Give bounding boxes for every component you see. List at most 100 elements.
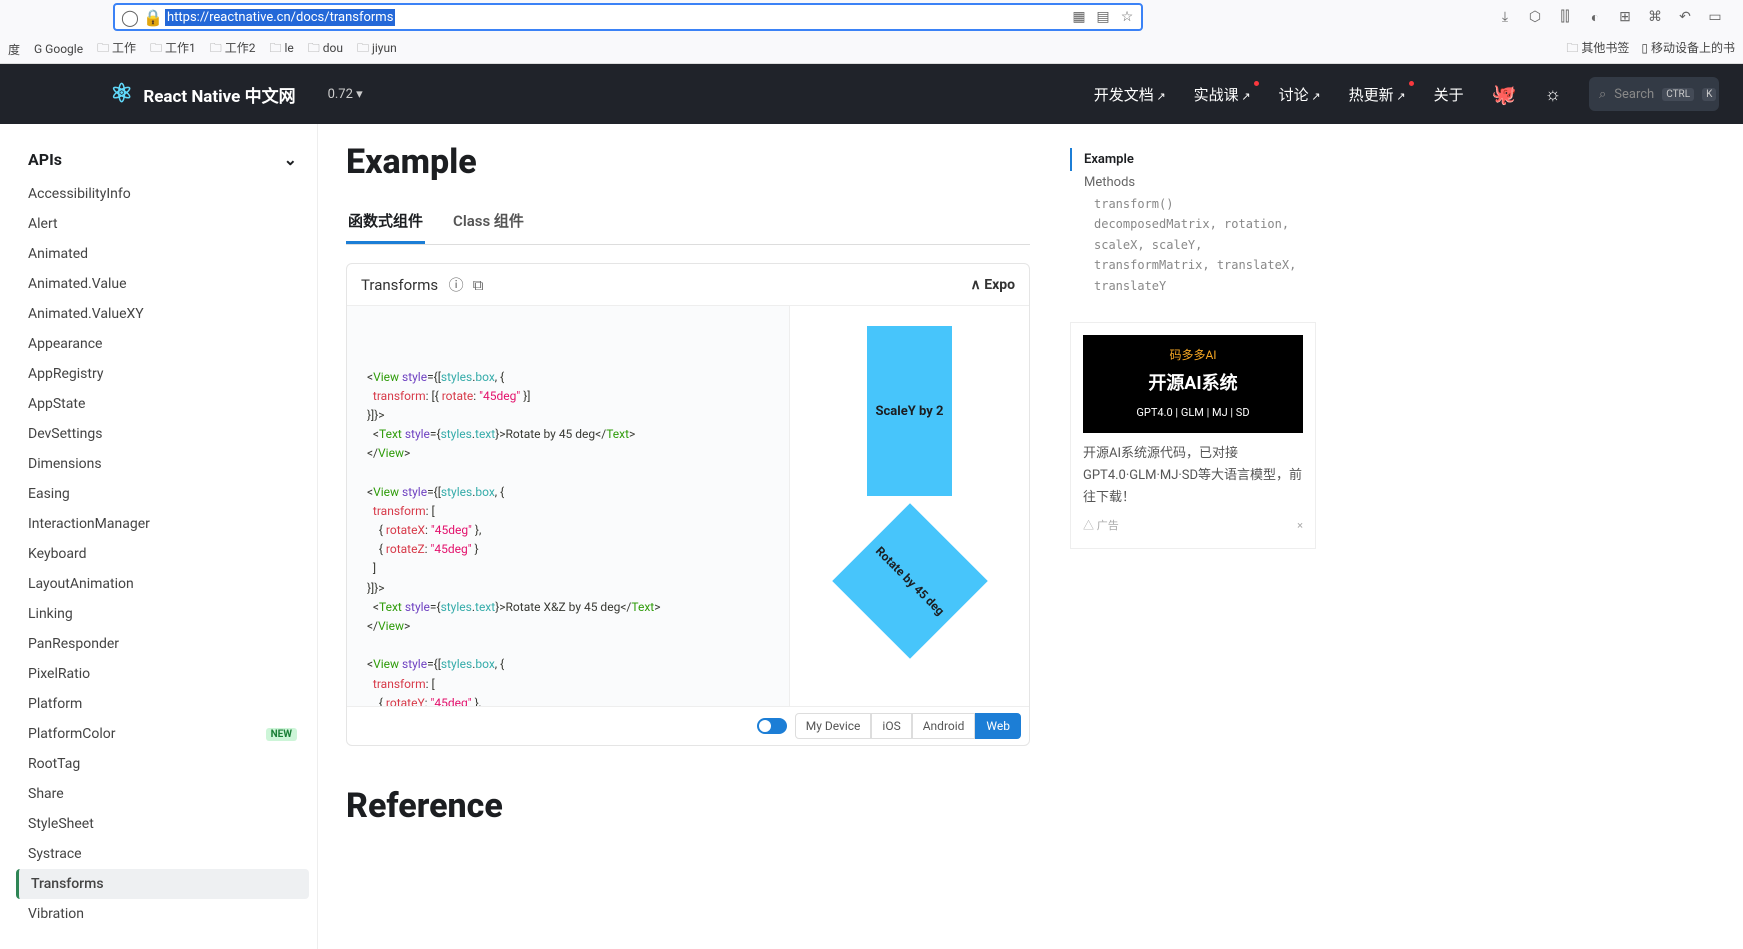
sidebar-item[interactable]: Linking <box>16 599 309 629</box>
sidebar-item[interactable]: RootTag <box>16 749 309 779</box>
toc-item[interactable]: Example <box>1070 148 1316 171</box>
component-tabs: 函数式组件 Class 组件 <box>346 200 1030 245</box>
preview-pane: ScaleY by 2 Rotate by 45 deg <box>789 306 1029 706</box>
download-icon[interactable]: ⤓ <box>1497 9 1513 26</box>
sidebar-item[interactable]: Systrace <box>16 839 309 869</box>
ad-image: 码多多AI 开源AI系统 GPT4.0 | GLM | MJ | SD <box>1083 335 1303 433</box>
ext5-icon[interactable]: ▭ <box>1707 9 1723 26</box>
brand-title: React Native 中文网 <box>143 82 295 107</box>
search-input[interactable]: ⌕SearchCTRLK <box>1589 77 1719 111</box>
bookmark-item[interactable]: 度 <box>8 41 20 58</box>
sidebar-item[interactable]: Keyboard <box>16 539 309 569</box>
bookmark-folder[interactable]: 工作1 <box>150 39 196 60</box>
bookmark-mobile[interactable]: ▯ 移动设备上的书 <box>1641 39 1735 60</box>
sidebar-item[interactable]: Animated.ValueXY <box>16 299 309 329</box>
main-content: Example 函数式组件 Class 组件 Transforms ⓘ ⧉ ∧ … <box>318 124 1058 949</box>
search-icon: ⌕ <box>1599 87 1606 102</box>
tab-my-device[interactable]: My Device <box>795 713 872 739</box>
sidebar-item[interactable]: Transforms <box>16 869 309 899</box>
tab-ios[interactable]: iOS <box>871 713 911 739</box>
code-panel: Transforms ⓘ ⧉ ∧ Expo <View style={[styl… <box>346 263 1030 746</box>
github-icon[interactable]: 🐙 <box>1492 82 1517 106</box>
sidebar-item[interactable]: Share <box>16 779 309 809</box>
panel-title: Transforms <box>361 276 438 294</box>
tab-class-component[interactable]: Class 组件 <box>451 200 526 244</box>
pocket-icon[interactable]: ⬡ <box>1527 9 1543 26</box>
expo-badge[interactable]: ∧ Expo <box>970 277 1015 293</box>
ad-box[interactable]: 码多多AI 开源AI系统 GPT4.0 | GLM | MJ | SD 开源AI… <box>1070 322 1316 549</box>
bookmark-folder[interactable]: dou <box>308 39 343 60</box>
ad-close-icon[interactable]: × <box>1297 517 1303 536</box>
ext4-icon[interactable]: ↶ <box>1677 9 1693 26</box>
sidebar-item[interactable]: InteractionManager <box>16 509 309 539</box>
shield-icon: ◯ <box>121 8 137 27</box>
nav-link[interactable]: 热更新 <box>1349 84 1406 105</box>
sidebar-item[interactable]: Animated.Value <box>16 269 309 299</box>
bookmarks-bar: 度 G Google 工作 工作1 工作2 le dou jiyun 其他书签 … <box>0 34 1743 64</box>
bookmark-folder[interactable]: 工作2 <box>210 39 256 60</box>
brand[interactable]: ⚛ React Native 中文网 <box>110 79 296 109</box>
bookmark-other[interactable]: 其他书签 <box>1566 39 1629 60</box>
sidebar-item[interactable]: Vibration <box>16 899 309 929</box>
sidebar-item[interactable]: PixelRatio <box>16 659 309 689</box>
sidebar-item[interactable]: StyleSheet <box>16 809 309 839</box>
code-editor[interactable]: <View style={[styles.box, { transform: [… <box>347 306 789 706</box>
sidebar-item[interactable]: Platform <box>16 689 309 719</box>
library-icon[interactable]: ⫿⫿ <box>1557 9 1573 26</box>
url-text: https://reactnative.cn/docs/transforms <box>165 9 395 26</box>
sidebar-heading[interactable]: APIs ⌄ <box>16 140 309 179</box>
ext2-icon[interactable]: ⊞ <box>1617 9 1633 26</box>
new-badge: NEW <box>266 728 297 741</box>
bookmark-folder[interactable]: le <box>270 39 294 60</box>
nav-links: 开发文档 实战课 讨论 热更新 关于 🐙 ☼ ⌕SearchCTRLK <box>1094 77 1719 111</box>
reader-icon[interactable]: ▤ <box>1095 9 1111 25</box>
preview-box-scaley: ScaleY by 2 <box>867 326 952 496</box>
preview-toggle[interactable] <box>757 718 787 734</box>
section-reference-heading: Reference <box>346 786 1030 826</box>
preview-box-rotate: Rotate by 45 deg <box>832 503 988 659</box>
tab-web[interactable]: Web <box>975 713 1021 739</box>
sidebar-item[interactable]: Animated <box>16 239 309 269</box>
bookmark-star-icon[interactable]: ☆ <box>1119 9 1135 25</box>
sidebar-item[interactable]: Easing <box>16 479 309 509</box>
bookmark-folder[interactable]: jiyun <box>357 39 397 60</box>
toc-item[interactable]: decomposedMatrix, rotation, scaleX, scal… <box>1070 214 1316 296</box>
tab-function-component[interactable]: 函数式组件 <box>346 200 425 244</box>
chevron-down-icon: ⌄ <box>284 150 297 169</box>
sidebar[interactable]: APIs ⌄ AccessibilityInfoAlertAnimatedAni… <box>0 124 318 949</box>
qr-icon[interactable]: ▦ <box>1071 9 1087 25</box>
open-external-icon[interactable]: ⧉ <box>470 276 486 294</box>
sidebar-item[interactable]: DevSettings <box>16 419 309 449</box>
url-bar[interactable]: ◯ 🔒 https://reactnative.cn/docs/transfor… <box>113 3 1143 31</box>
bookmark-item[interactable]: G Google <box>34 42 83 56</box>
nav-link[interactable]: 开发文档 <box>1094 84 1166 105</box>
sidebar-item[interactable]: Dimensions <box>16 449 309 479</box>
sidebar-item[interactable]: Alert <box>16 209 309 239</box>
browser-chrome: ◯ 🔒 https://reactnative.cn/docs/transfor… <box>0 0 1743 64</box>
table-of-contents: ExampleMethodstransform()decomposedMatri… <box>1070 148 1316 296</box>
theme-toggle-icon[interactable]: ☼ <box>1545 84 1562 105</box>
nav-link[interactable]: 讨论 <box>1279 84 1321 105</box>
ad-label: △ 广告 <box>1083 517 1119 536</box>
sidebar-item[interactable]: PlatformColorNEW <box>16 719 309 749</box>
sidebar-item[interactable]: AccessibilityInfo <box>16 179 309 209</box>
right-column: ExampleMethodstransform()decomposedMatri… <box>1058 124 1328 949</box>
ext3-icon[interactable]: ⌘ <box>1647 9 1663 26</box>
sidebar-item[interactable]: PanResponder <box>16 629 309 659</box>
version-selector[interactable]: 0.72 ▾ <box>328 87 363 102</box>
info-icon[interactable]: ⓘ <box>448 274 464 295</box>
sidebar-item[interactable]: AppRegistry <box>16 359 309 389</box>
toc-item[interactable]: transform() <box>1070 194 1316 214</box>
react-logo-icon: ⚛ <box>110 79 133 109</box>
nav-link[interactable]: 关于 <box>1434 84 1464 105</box>
ext1-icon[interactable]: ◐ <box>1587 9 1603 26</box>
toc-item[interactable]: Methods <box>1070 171 1316 194</box>
sidebar-item[interactable]: AppState <box>16 389 309 419</box>
sidebar-item[interactable]: Appearance <box>16 329 309 359</box>
bookmark-folder[interactable]: 工作 <box>97 39 136 60</box>
section-example-heading: Example <box>346 142 1030 182</box>
sidebar-item[interactable]: LayoutAnimation <box>16 569 309 599</box>
nav-link[interactable]: 实战课 <box>1194 84 1251 105</box>
top-nav: ⚛ React Native 中文网 0.72 ▾ 开发文档 实战课 讨论 热更新 关于… <box>0 64 1743 124</box>
tab-android[interactable]: Android <box>912 713 976 739</box>
